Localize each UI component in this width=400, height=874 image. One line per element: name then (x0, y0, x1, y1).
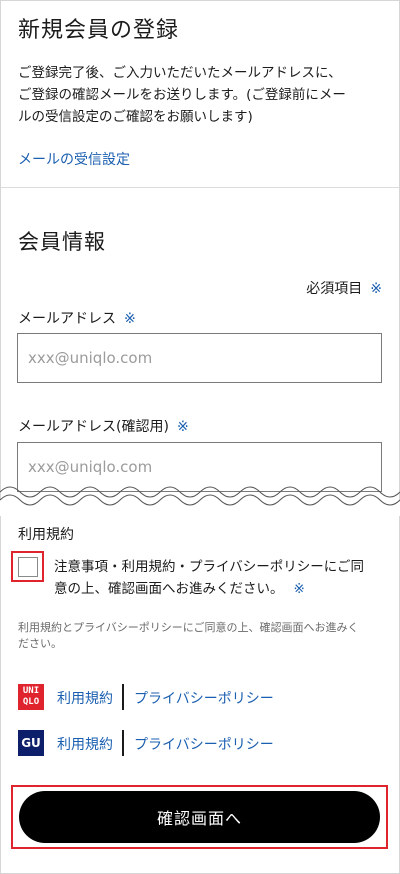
gu-logo: GU (18, 730, 44, 756)
intro-line-2: ご登録の確認メールをお送りします。(ご登録前にメー (18, 87, 346, 103)
intro-line-3: ルの受信設定のご確認をお願いします) (18, 109, 253, 125)
uniqlo-logo-top: UNI (22, 686, 40, 696)
required-note: 必須項目 ※ (306, 278, 382, 298)
agree-text: 注意事項・利用規約・プライバシーポリシーにご同 意の上、確認画面へお進みください… (54, 556, 384, 600)
terms-note-line-2: ださい。 (18, 637, 62, 650)
gu-terms-link[interactable]: 利用規約 (57, 734, 113, 754)
required-note-text: 必須項目 (306, 281, 363, 297)
email-confirm-required-mark: ※ (176, 419, 189, 435)
required-mark: ※ (370, 281, 382, 297)
agree-required-mark: ※ (293, 581, 305, 597)
email-confirm-label-text: メールアドレス(確認用) (18, 419, 169, 435)
agree-line-1: 注意事項・利用規約・プライバシーポリシーにご同 (54, 559, 364, 575)
wavy-cut-separator (0, 486, 400, 516)
agree-checkbox-highlight (11, 551, 44, 582)
uniqlo-logo-bottom: QLO (22, 697, 40, 707)
email-confirm-label: メールアドレス(確認用) ※ (18, 416, 189, 436)
uniqlo-terms-link[interactable]: 利用規約 (57, 688, 113, 708)
terms-title: 利用規約 (18, 527, 74, 543)
page-title: 新規会員の登録 (18, 18, 180, 43)
email-label-text: メールアドレス (18, 311, 116, 327)
email-required-mark: ※ (124, 311, 136, 327)
uniqlo-link-separator (122, 684, 124, 710)
agree-line-2: 意の上、確認画面へお進みください。 (54, 581, 284, 597)
uniqlo-privacy-link[interactable]: プライバシーポリシー (134, 688, 274, 708)
mail-settings-link[interactable]: メールの受信設定 (18, 149, 130, 169)
section-divider (1, 187, 399, 188)
intro-description: ご登録完了後、ご入力いただいたメールアドレスに、 ご登録の確認メールをお送りしま… (18, 62, 388, 128)
agree-checkbox[interactable] (18, 557, 38, 577)
submit-button[interactable]: 確認画面へ (19, 791, 380, 843)
member-info-title: 会員情報 (18, 230, 106, 254)
gu-link-separator (122, 730, 124, 756)
agree-line-2-wrap: 意の上、確認画面へお進みください。 ※ (54, 578, 384, 600)
intro-line-1: ご登録完了後、ご入力いただいたメールアドレスに、 (18, 65, 342, 81)
terms-note: 利用規約とプライバシーポリシーにご同意の上、確認画面へお進みく ださい。 (18, 620, 388, 652)
terms-note-line-1: 利用規約とプライバシーポリシーにご同意の上、確認画面へお進みく (18, 621, 359, 634)
email-input[interactable] (17, 333, 382, 383)
submit-button-highlight: 確認画面へ (11, 785, 388, 849)
email-label: メールアドレス ※ (18, 308, 136, 328)
uniqlo-logo: UNI QLO (18, 684, 44, 710)
gu-privacy-link[interactable]: プライバシーポリシー (134, 734, 274, 754)
